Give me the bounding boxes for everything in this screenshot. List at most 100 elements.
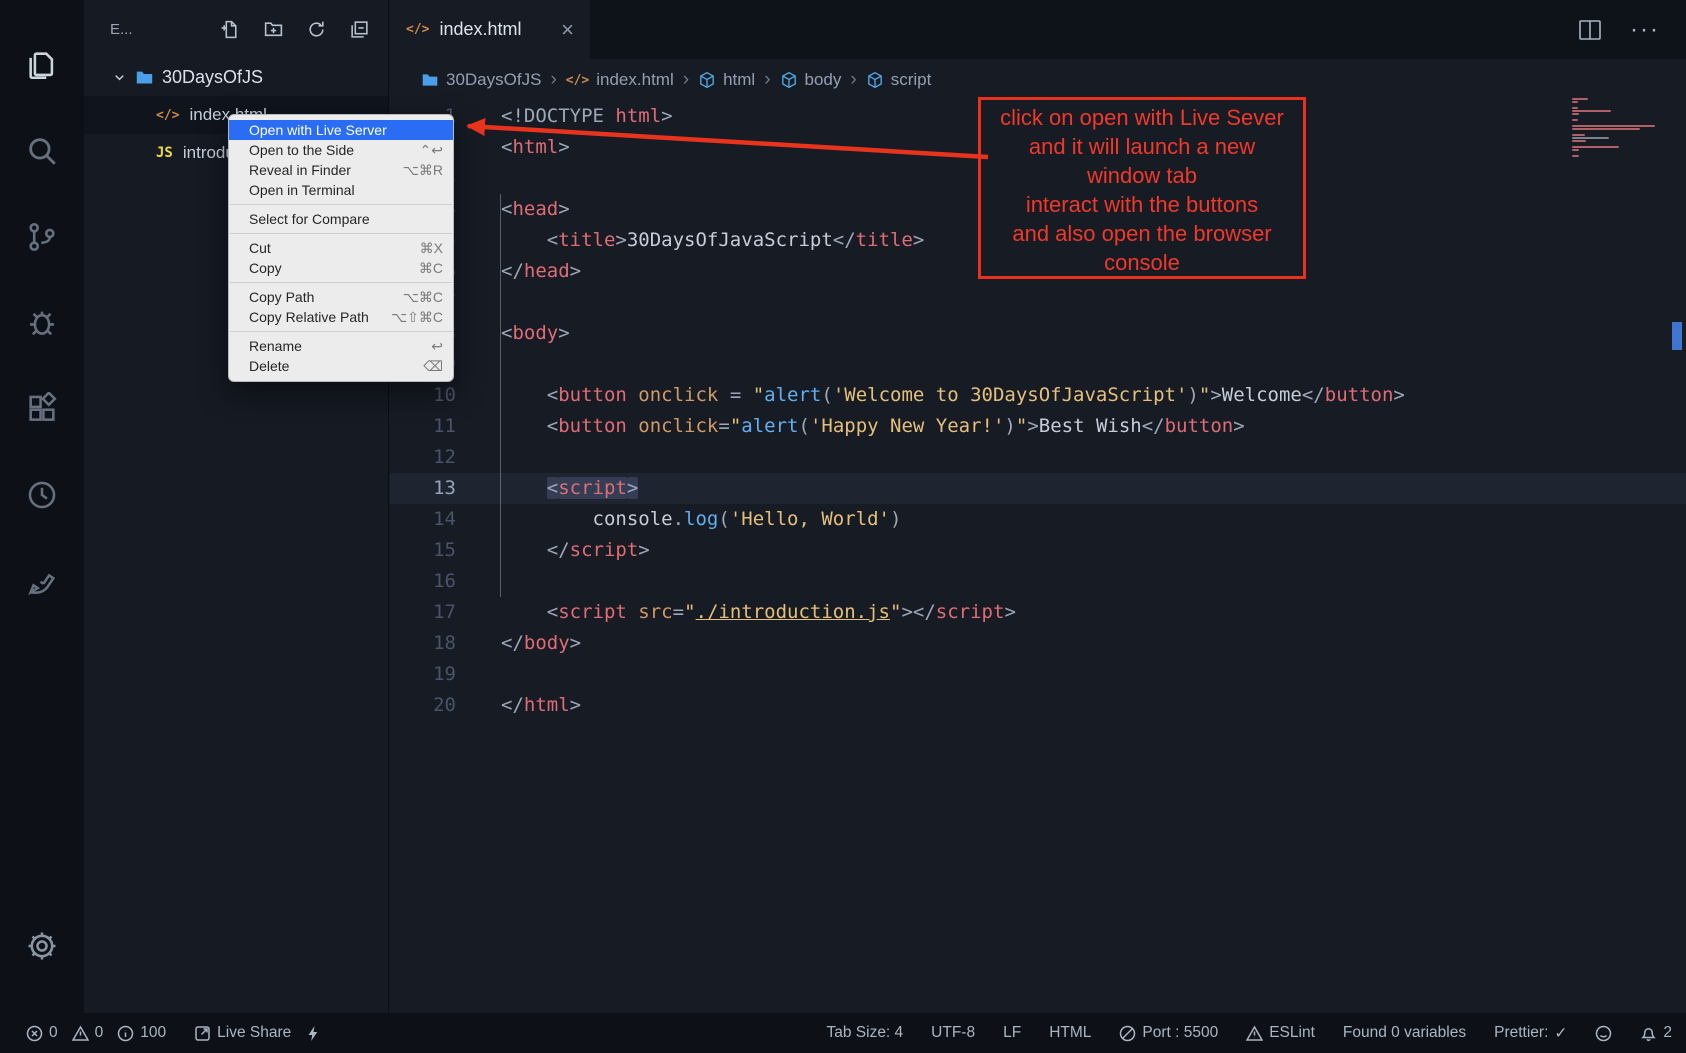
problems-warnings[interactable]: 0 [72,1024,104,1042]
variables-indicator[interactable]: Found 0 variables [1343,1024,1466,1042]
clock-icon[interactable] [0,452,84,538]
tab-index-html[interactable]: </> index.html × [390,0,590,59]
minimap-line [1572,125,1655,127]
menu-item[interactable]: Rename↩ [229,336,453,356]
eol-indicator[interactable]: LF [1003,1024,1021,1042]
info-count[interactable]: 100 [117,1024,166,1042]
menu-item[interactable]: Delete⌫ [229,356,453,376]
line-number[interactable]: 11 [390,411,456,442]
code-line[interactable]: 8<body> [390,318,1686,349]
code-line[interactable]: 15 </script> [390,535,1686,566]
code-line[interactable]: 9 [390,349,1686,380]
menu-item[interactable]: Copy Relative Path⌥⇧⌘C [229,307,453,327]
prettier-status[interactable]: Prettier: ✓ [1494,1024,1567,1043]
menu-item[interactable]: Open to the Side⌃↩ [229,140,453,160]
html-file-icon: </> [406,22,429,37]
pen-icon[interactable] [0,538,84,624]
minimap-line [1572,110,1611,112]
tab-bar: </> index.html × ··· [390,0,1686,59]
menu-separator [230,233,452,234]
minimap-line [1572,152,1664,154]
code-line[interactable]: 7 [390,287,1686,318]
line-number[interactable]: 15 [390,535,456,566]
minimap[interactable] [1572,98,1664,158]
split-editor-icon[interactable] [1578,19,1602,41]
line-number[interactable]: 12 [390,442,456,473]
code-line[interactable]: 17 <script src="./introduction.js"></scr… [390,597,1686,628]
symbol-cube-icon [780,71,798,89]
search-icon[interactable] [0,108,84,194]
code-line[interactable]: 11 <button onclick="alert('Happy New Yea… [390,411,1686,442]
minimap-line [1572,122,1664,124]
check-icon: ✓ [1554,1024,1567,1043]
code-line[interactable]: 19 [390,659,1686,690]
line-number[interactable]: 20 [390,690,456,721]
source-control-icon[interactable] [0,194,84,280]
extensions-icon[interactable] [0,366,84,452]
code-line[interactable]: 12 [390,442,1686,473]
tab-size-indicator[interactable]: Tab Size: 4 [826,1024,903,1042]
lightning-button[interactable] [305,1025,322,1042]
js-file-icon: JS [156,145,173,161]
minimap-line [1572,128,1640,130]
collapse-all-icon[interactable] [349,19,370,40]
settings-gear-icon[interactable] [0,903,84,989]
line-number[interactable]: 18 [390,628,456,659]
code-line[interactable]: 10 <button onclick = "alert('Welcome to … [390,380,1686,411]
encoding-indicator[interactable]: UTF-8 [931,1024,975,1042]
menu-item[interactable]: Cut⌘X [229,238,453,258]
explorer-icon[interactable] [0,22,84,108]
line-number[interactable]: 10 [390,380,456,411]
live-server-port[interactable]: Port : 5500 [1119,1024,1218,1042]
line-number[interactable]: 14 [390,504,456,535]
language-mode-indicator[interactable]: HTML [1049,1024,1091,1042]
menu-item[interactable]: Copy⌘C [229,258,453,278]
code-line[interactable]: 18</body> [390,628,1686,659]
code-line[interactable]: 16 [390,566,1686,597]
breadcrumb: 30DaysOfJS › </> index.html › html › bod… [390,59,1686,101]
line-number[interactable]: 17 [390,597,456,628]
notifications-bell[interactable]: 2 [1640,1024,1672,1042]
live-share-icon [194,1025,211,1042]
breadcrumb-symbol-script[interactable]: script [866,70,932,90]
live-share-button[interactable]: Live Share [194,1024,291,1042]
menu-item[interactable]: Reveal in Finder⌥⌘R [229,160,453,180]
menu-item[interactable]: Select for Compare [229,209,453,229]
minimap-line [1572,104,1664,106]
code-line[interactable]: 13 <script> [390,473,1686,504]
breadcrumb-symbol-body[interactable]: body [780,70,842,90]
feedback-smiley[interactable] [1595,1025,1612,1042]
new-file-icon[interactable] [220,19,241,40]
menu-separator [230,204,452,205]
explorer-header-label: E... [110,21,133,38]
minimap-line [1572,155,1579,157]
more-actions-icon[interactable]: ··· [1630,16,1660,44]
breadcrumb-symbol-html[interactable]: html [698,70,755,90]
problems-errors[interactable]: 0 [26,1024,58,1042]
indent-guide [500,194,501,597]
minimap-line [1572,134,1585,136]
breadcrumb-project[interactable]: 30DaysOfJS [421,70,541,90]
minimap-line [1572,107,1578,109]
run-debug-icon[interactable] [0,280,84,366]
context-menu: Open with Live ServerOpen to the Side⌃↩R… [228,114,454,382]
minimap-line [1572,137,1609,139]
minimap-line [1572,101,1578,103]
minimap-line [1572,98,1588,100]
menu-separator [230,282,452,283]
eslint-status[interactable]: ESLint [1246,1024,1315,1042]
line-number[interactable]: 16 [390,566,456,597]
menu-item[interactable]: Copy Path⌥⌘C [229,287,453,307]
menu-separator [230,331,452,332]
folder-row-30daysofjs[interactable]: 30DaysOfJS [84,58,388,96]
line-number[interactable]: 19 [390,659,456,690]
breadcrumb-file[interactable]: </> index.html [566,70,674,90]
refresh-icon[interactable] [306,19,327,40]
tab-close-icon[interactable]: × [561,19,574,41]
code-line[interactable]: 20</html> [390,690,1686,721]
code-line[interactable]: 14 console.log('Hello, World') [390,504,1686,535]
line-number[interactable]: 13 [390,473,456,504]
new-folder-icon[interactable] [263,19,284,40]
menu-item[interactable]: Open in Terminal [229,180,453,200]
menu-item[interactable]: Open with Live Server [229,120,453,140]
